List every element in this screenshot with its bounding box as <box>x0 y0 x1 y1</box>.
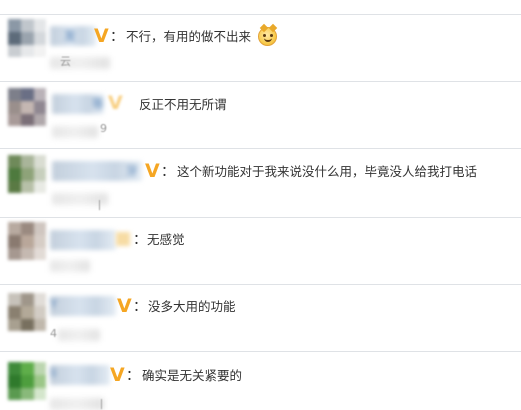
comment-item: 发 V ： 不行，有用的做不出来 云 <box>0 15 521 81</box>
avatar[interactable] <box>8 362 46 400</box>
comment-meta-fragment: 云 <box>60 55 71 68</box>
comment-text: 确实是无关紧要的 <box>142 368 243 383</box>
avatar[interactable] <box>8 88 46 126</box>
comment-meta-fragment: 4 <box>50 327 57 340</box>
username-link[interactable]: 牙 <box>52 161 142 181</box>
colon: ： <box>126 368 140 384</box>
comment-text: 没多大用的功能 <box>148 299 236 314</box>
comment-meta-fragment: 丨 <box>96 398 107 410</box>
avatar[interactable] <box>8 19 46 57</box>
comment-item: 牙 V ： 这个新功能对于我来说没什么用，毕竟没人给我打电话 丨 <box>0 149 521 217</box>
colon: ： <box>133 232 147 248</box>
username-link[interactable] <box>50 230 116 250</box>
comment-meta <box>58 329 100 341</box>
comment-text: 反正不用无所谓 <box>139 97 227 112</box>
vip-badge-icon: V <box>145 160 160 182</box>
username-link[interactable]: li <box>50 365 110 385</box>
comment-meta <box>50 260 90 272</box>
comment-meta <box>50 57 110 69</box>
colon: ： <box>110 29 124 45</box>
username-fragment: 发 <box>64 29 77 43</box>
username-fragment: li <box>50 366 57 380</box>
comment-item: li V ： 确实是无关紧要的 丨 <box>0 352 521 410</box>
username-link[interactable]: Y <box>50 296 116 316</box>
username-fragment: Y <box>50 297 58 311</box>
comment-item: 等 V 反正不用无所谓 9 <box>0 82 521 148</box>
vip-badge-icon: V <box>94 25 109 47</box>
vip-badge-icon: V <box>117 295 132 317</box>
comment-meta <box>52 126 98 138</box>
comment-text: 不行，有用的做不出来 <box>126 29 252 44</box>
vip-badge-icon: V <box>108 92 123 114</box>
avatar[interactable] <box>8 155 46 193</box>
username-fragment: 牙 <box>126 164 139 178</box>
avatar[interactable] <box>8 293 46 331</box>
comment-item: Y V ： 没多大用的功能 4 <box>0 285 521 351</box>
colon: ： <box>161 164 175 180</box>
username-fragment: 等 <box>92 97 105 111</box>
vip-badge-icon <box>116 232 130 246</box>
username-link[interactable]: 等 <box>52 94 104 114</box>
comment-meta-fragment: 9 <box>100 122 107 135</box>
comment-meta-fragment: 丨 <box>94 199 105 212</box>
comment-list: 发 V ： 不行，有用的做不出来 云 等 V 反正不用无所谓 9 牙 V ： 这… <box>0 0 521 410</box>
comment-text: 这个新功能对于我来说没什么用，毕竟没人给我打电话 <box>177 164 478 179</box>
doge-emoji-icon <box>258 23 278 46</box>
avatar[interactable] <box>8 222 46 260</box>
colon: ： <box>133 299 147 315</box>
comment-text: 无感觉 <box>147 232 185 247</box>
vip-badge-icon: V <box>110 364 125 386</box>
comment-item: ： 无感觉 <box>0 218 521 284</box>
username-link[interactable]: 发 <box>50 26 96 46</box>
